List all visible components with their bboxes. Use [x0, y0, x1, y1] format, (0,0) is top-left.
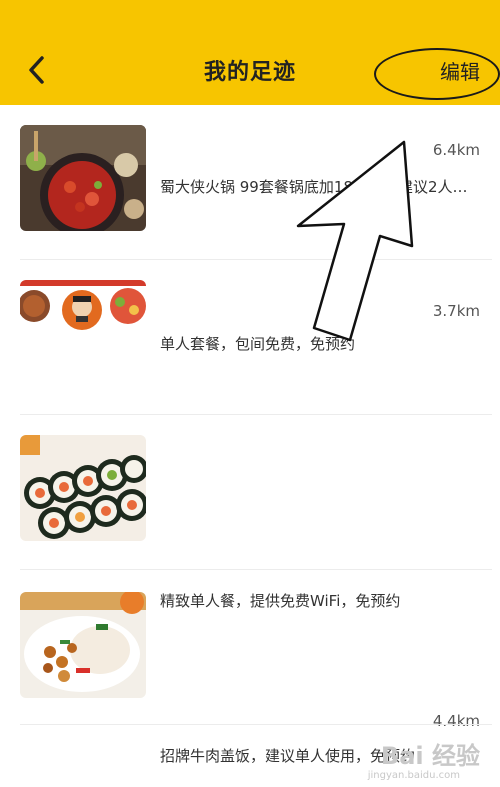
sushi-thumbnail — [20, 435, 146, 541]
hotpot-thumbnail — [20, 125, 146, 231]
distance-label: 3.7km — [432, 302, 480, 320]
divider — [20, 724, 492, 725]
item-description: 蜀大侠火锅 99套餐锅底加18道菜，建议2人… — [160, 178, 468, 196]
beef-rice-thumbnail — [20, 592, 146, 698]
distance-label: 6.4km — [432, 141, 480, 159]
page-title: 我的足迹 — [203, 60, 296, 85]
distance-label: 4.4km — [432, 712, 480, 730]
item-description: 单人套餐，包间免费，免预约 — [160, 335, 356, 353]
list-item[interactable]: 3.7km 单人套餐，包间免费，免预约 — [0, 260, 500, 415]
watermark-subtext: jingyan.baidu.com — [367, 770, 460, 781]
watermark: Bai 经验 — [380, 742, 480, 770]
top-bar: 我的足迹 编辑 — [0, 0, 500, 105]
list-item[interactable]: 精致单人餐，提供免费WiFi，免预约 — [0, 415, 500, 610]
list-item[interactable]: 4.4km 招牌牛肉盖饭，建议单人使用，免预约 — [0, 570, 500, 765]
restaurant-logo-thumbnail — [20, 280, 146, 330]
list-item[interactable]: 6.4km 蜀大侠火锅 99套餐锅底加18道菜，建议2人… — [0, 105, 500, 260]
edit-button[interactable]: 编辑 — [440, 56, 480, 85]
